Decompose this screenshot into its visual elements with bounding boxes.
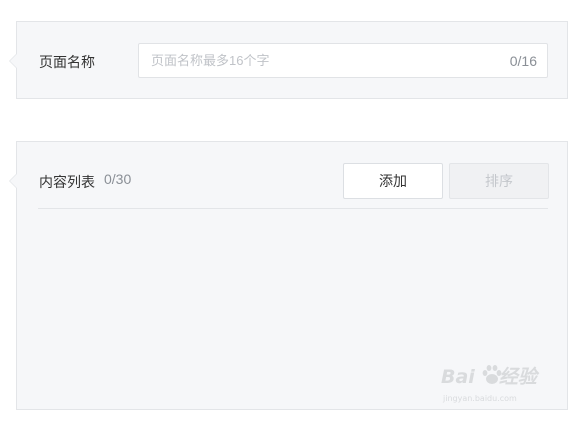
baidu-jingyan-watermark: Bai 经验 jingyan.baidu.com [441, 362, 551, 406]
panel-pointer [9, 53, 17, 69]
page-name-char-counter: 0/16 [509, 53, 537, 69]
page-name-panel: 页面名称 0/16 [9, 21, 568, 99]
watermark-url: jingyan.baidu.com [443, 394, 517, 403]
content-list-label: 内容列表 [39, 174, 95, 190]
page-name-field[interactable]: 0/16 [138, 43, 548, 78]
page-name-label: 页面名称 [39, 54, 95, 70]
content-list-count: 0/30 [104, 171, 132, 187]
panel-pointer [9, 173, 17, 189]
add-button[interactable]: 添加 [343, 163, 443, 199]
sort-button[interactable]: 排序 [449, 163, 549, 199]
page-name-input[interactable] [139, 44, 491, 77]
paw-icon [482, 365, 502, 384]
